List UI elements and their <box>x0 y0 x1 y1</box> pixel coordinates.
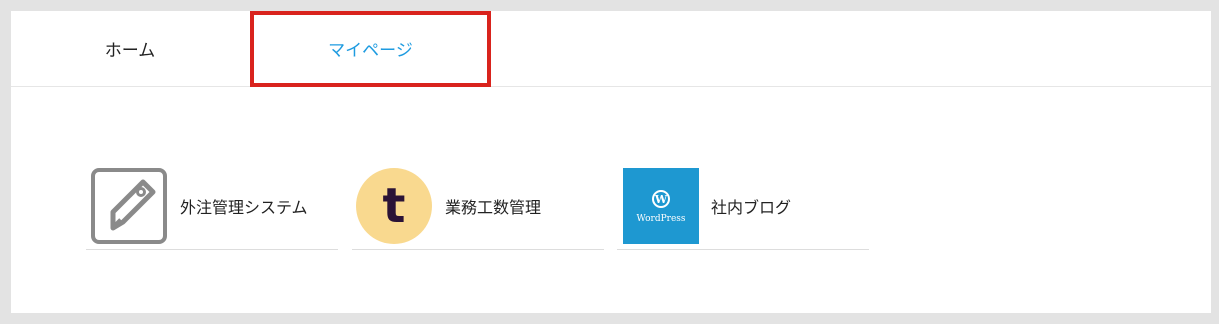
app-label-blog: 社内ブログ <box>711 198 792 217</box>
tab-home-label: ホーム <box>104 41 156 61</box>
app-label-workhours: 業務工数管理 <box>445 198 542 217</box>
t-logo-icon: t <box>356 168 432 244</box>
app-tile-blog[interactable]: W WordPress 社内ブログ <box>617 167 869 250</box>
svg-text:W: W <box>654 193 668 206</box>
t-logo-text: t <box>383 178 406 234</box>
app-tile-outsourcing[interactable]: 外注管理システム <box>86 167 338 250</box>
tab-home[interactable]: ホーム <box>61 11 199 86</box>
tag-icon <box>91 168 167 244</box>
app-tile-workhours[interactable]: t 業務工数管理 <box>352 167 604 250</box>
wordpress-logo-text: WordPress <box>636 214 685 224</box>
wordpress-icon: W WordPress <box>623 168 699 244</box>
app-label-outsourcing: 外注管理システム <box>180 198 308 217</box>
tab-bar: ホーム マイページ <box>11 11 1211 87</box>
main-panel: ホーム マイページ 外注管理システム t 業務工数管理 W WordPress … <box>11 11 1211 313</box>
tab-mypage[interactable]: マイページ <box>251 11 490 86</box>
tab-mypage-label: マイページ <box>328 41 413 61</box>
